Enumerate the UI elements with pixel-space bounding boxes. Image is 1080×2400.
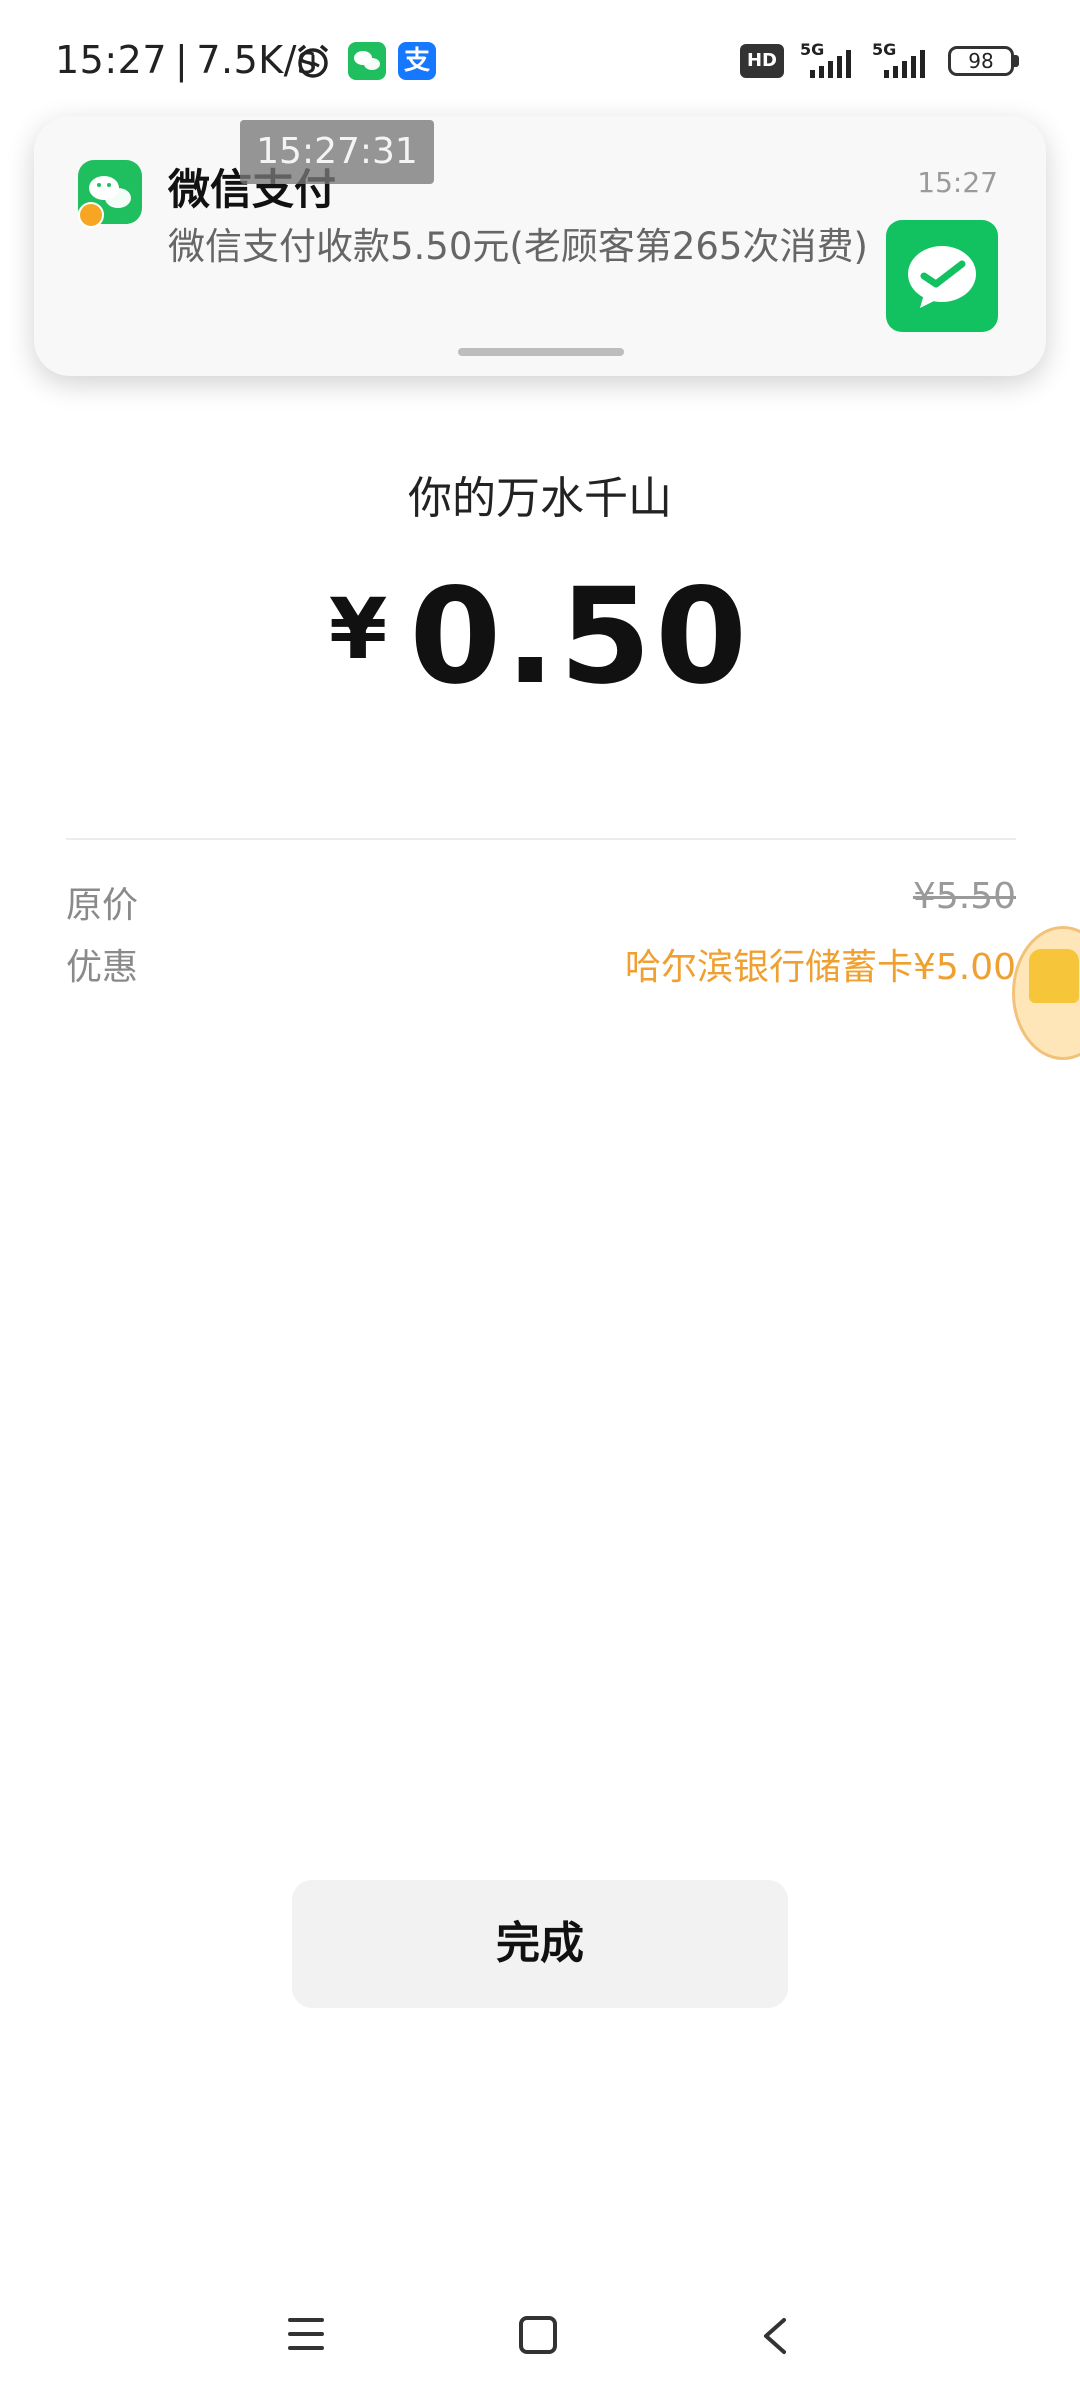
notification-drag-handle[interactable] [458, 348, 624, 356]
original-price-value: ¥5.50 [912, 876, 1016, 917]
currency-symbol: ¥ [328, 580, 388, 678]
menu-icon[interactable] [288, 2318, 324, 2354]
original-price-label: 原价 [66, 885, 139, 926]
divider [66, 838, 1016, 840]
back-icon[interactable] [756, 2316, 796, 2356]
screenshot-timestamp: 15:27:31 [240, 120, 434, 184]
signal-sim1: 5G [800, 40, 860, 84]
status-separator: | [175, 38, 189, 82]
merchant-name: 你的万水千山 [408, 473, 672, 524]
sticker-hand-icon [1029, 949, 1079, 1003]
coin-badge-icon [78, 202, 104, 228]
notification-time: 15:27 [917, 166, 998, 199]
wechat-icon [348, 42, 386, 80]
battery-tip [1014, 55, 1019, 67]
payment-notification[interactable]: 微信支付 微信支付收款5.50元(老顾客第265次消费) 15:27 [34, 116, 1046, 376]
navigation-bar [0, 2280, 1080, 2400]
hd-icon: HD [740, 44, 784, 78]
wechat-app-icon [78, 160, 142, 228]
wechat-pay-icon [886, 220, 998, 332]
discount-label: 优惠 [66, 947, 139, 988]
sim1-label: 5G [800, 40, 825, 59]
done-button[interactable]: 完成 [292, 1880, 788, 2008]
status-time: 15:27 | 7.5K/s [55, 38, 317, 82]
payment-amount: ¥0.50 [0, 560, 1080, 714]
home-icon[interactable] [519, 2316, 557, 2354]
battery-icon: 98 [948, 46, 1014, 76]
clock-text: 15:27 [55, 38, 168, 82]
alarm-icon [297, 44, 329, 78]
status-bar: 15:27 | 7.5K/s 支 HD 5G 5G 98 [0, 0, 1080, 120]
notification-body: 微信支付收款5.50元(老顾客第265次消费) [168, 225, 868, 268]
signal-sim2: 5G [872, 40, 934, 84]
discount-value: 哈尔滨银行储蓄卡¥5.00 [624, 947, 1016, 988]
floating-sticker-icon[interactable] [1012, 926, 1080, 1060]
alipay-icon: 支 [398, 42, 436, 80]
sim2-label: 5G [872, 40, 897, 59]
amount-value: 0.50 [409, 560, 752, 714]
